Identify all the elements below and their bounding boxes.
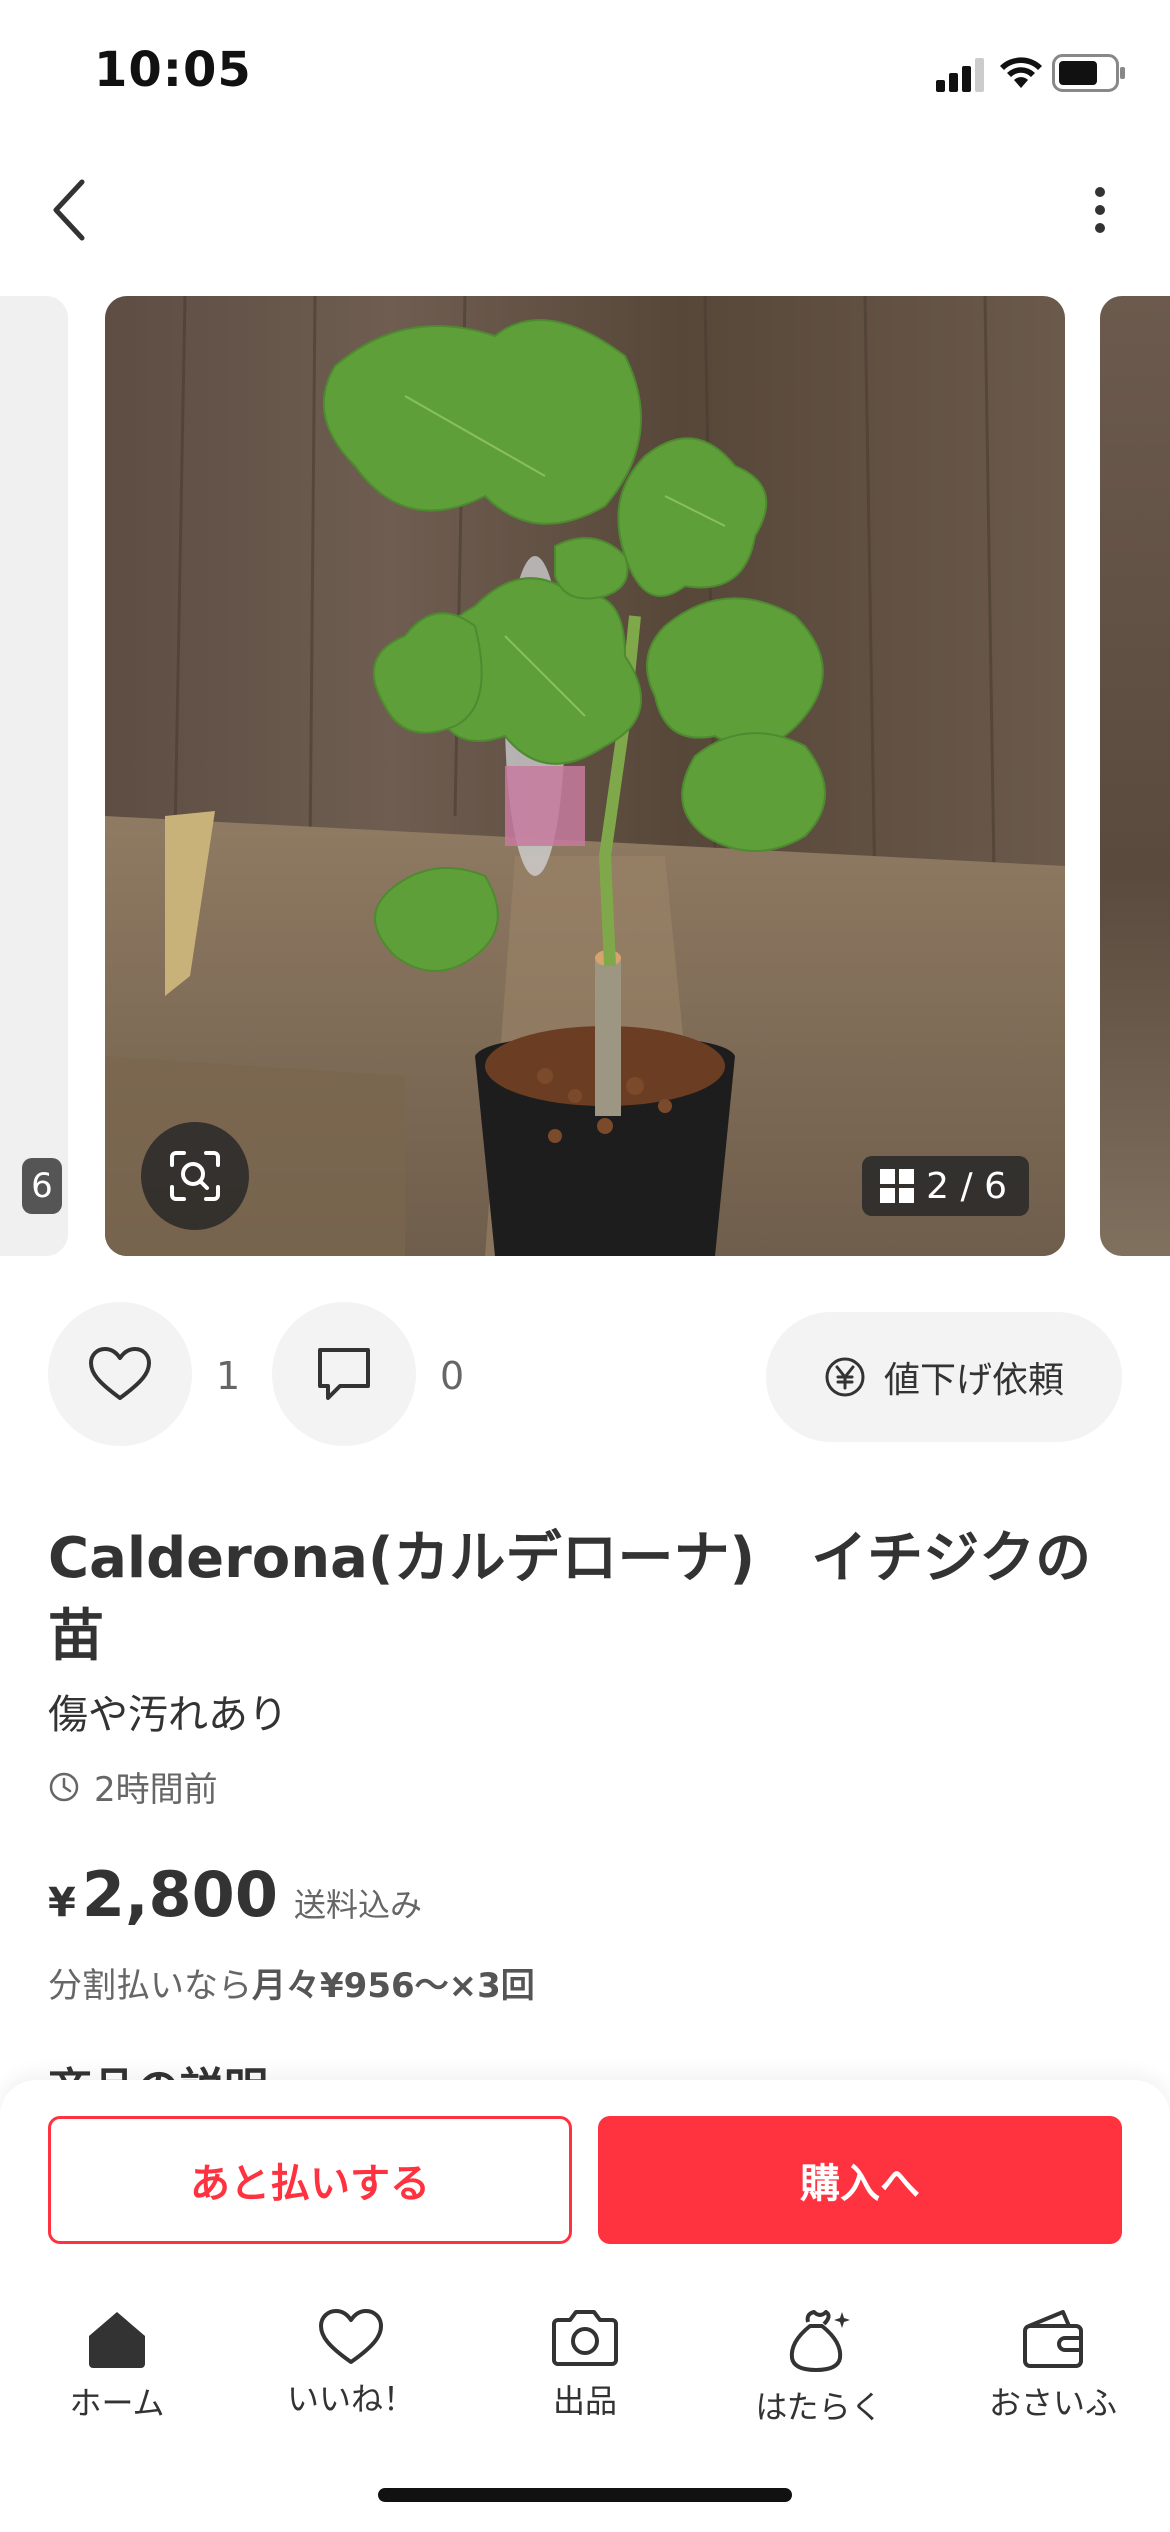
currency-symbol: ¥ <box>48 1880 76 1926</box>
tab-home[interactable]: ホーム <box>0 2290 234 2450</box>
zoom-scan-icon <box>170 1151 220 1201</box>
wallet-icon <box>1023 2310 1083 2368</box>
item-title: Calderona(カルデローナ) イチジクの苗 <box>48 1526 1092 1669</box>
more-options-button[interactable] <box>1060 170 1140 250</box>
heart-icon <box>89 1347 151 1400</box>
tab-listing-label: 出品 <box>552 2382 617 2420</box>
tab-bar: ホーム いいね！ 出品 はたらく おさいふ <box>0 2290 1170 2450</box>
status-bar: 10:05 <box>0 0 1170 140</box>
tab-work-label: はたらく <box>755 2388 883 2426</box>
like-button[interactable] <box>48 1302 192 1446</box>
grid-icon <box>880 1169 915 1203</box>
status-icons <box>890 52 1125 92</box>
installment-prefix: 分割払いなら <box>48 1966 252 2006</box>
tab-wallet-label: おさいふ <box>988 2384 1117 2422</box>
tab-work[interactable]: はたらく <box>702 2290 936 2450</box>
price-reduction-request-button[interactable]: 値下げ依頼 <box>766 1312 1122 1442</box>
item-actions: 1 0 値下げ依頼 <box>0 1302 1170 1452</box>
price-reduction-label: 値下げ依頼 <box>883 1360 1064 1401</box>
tab-home-label: ホーム <box>69 2384 165 2422</box>
page-counter-text: 2 / 6 <box>926 1165 1007 1207</box>
fig-seedling-photo <box>105 296 1065 1256</box>
price-row: ¥ 2,800 送料込み <box>48 1858 422 1931</box>
comment-icon <box>318 1348 370 1400</box>
home-icon <box>89 2312 145 2368</box>
installment-info: 分割払いなら月々¥956～×3回 <box>48 1958 535 2007</box>
next-image-peek[interactable] <box>1100 296 1170 1256</box>
installment-value: 月々¥956～×3回 <box>252 1966 535 2006</box>
comment-button[interactable] <box>272 1302 416 1446</box>
image-carousel[interactable]: 6 2 / 6 <box>0 296 1170 1256</box>
posted-time: 2時間前 <box>48 1762 218 1811</box>
shipping-info: 送料込み <box>293 1886 422 1924</box>
photo-page-counter[interactable]: 2 / 6 <box>862 1156 1029 1216</box>
camera-icon <box>552 2310 618 2366</box>
previous-image-peek[interactable]: 6 <box>0 296 68 1256</box>
more-vertical-icon <box>1095 187 1105 233</box>
pay-later-button[interactable]: あと払いする <box>48 2116 572 2244</box>
tab-likes-label: いいね！ <box>286 2380 415 2418</box>
battery-icon <box>1052 54 1125 92</box>
tab-listing[interactable]: 出品 <box>468 2290 702 2450</box>
item-price: 2,800 <box>81 1858 278 1931</box>
back-button[interactable] <box>30 170 110 250</box>
heart-icon <box>319 2309 383 2364</box>
tab-likes[interactable]: いいね！ <box>234 2290 468 2450</box>
item-condition: 傷や汚れあり <box>48 1692 288 1738</box>
buy-button[interactable]: 購入へ <box>598 2116 1122 2244</box>
product-photo[interactable]: 2 / 6 <box>105 296 1065 1256</box>
clock-icon <box>49 1772 79 1801</box>
tab-wallet[interactable]: おさいふ <box>936 2290 1170 2450</box>
posted-time-text: 2時間前 <box>94 1770 218 1810</box>
zoom-button[interactable] <box>141 1122 249 1230</box>
yen-circle-icon <box>825 1357 865 1397</box>
status-time: 10:05 <box>94 42 252 98</box>
comment-count: 0 <box>440 1354 465 1398</box>
chevron-left-icon <box>53 179 85 241</box>
like-count: 1 <box>216 1354 241 1398</box>
bottom-action-sheet: あと払いする 購入へ ホーム いいね！ 出品 はたらく おさいふ <box>0 2080 1170 2532</box>
money-bag-icon <box>789 2310 850 2372</box>
home-indicator[interactable] <box>378 2488 792 2502</box>
wifi-icon <box>1000 57 1042 88</box>
peek-counter: 6 <box>22 1158 62 1214</box>
nav-bar <box>0 160 1170 250</box>
signal-icon <box>936 58 984 92</box>
